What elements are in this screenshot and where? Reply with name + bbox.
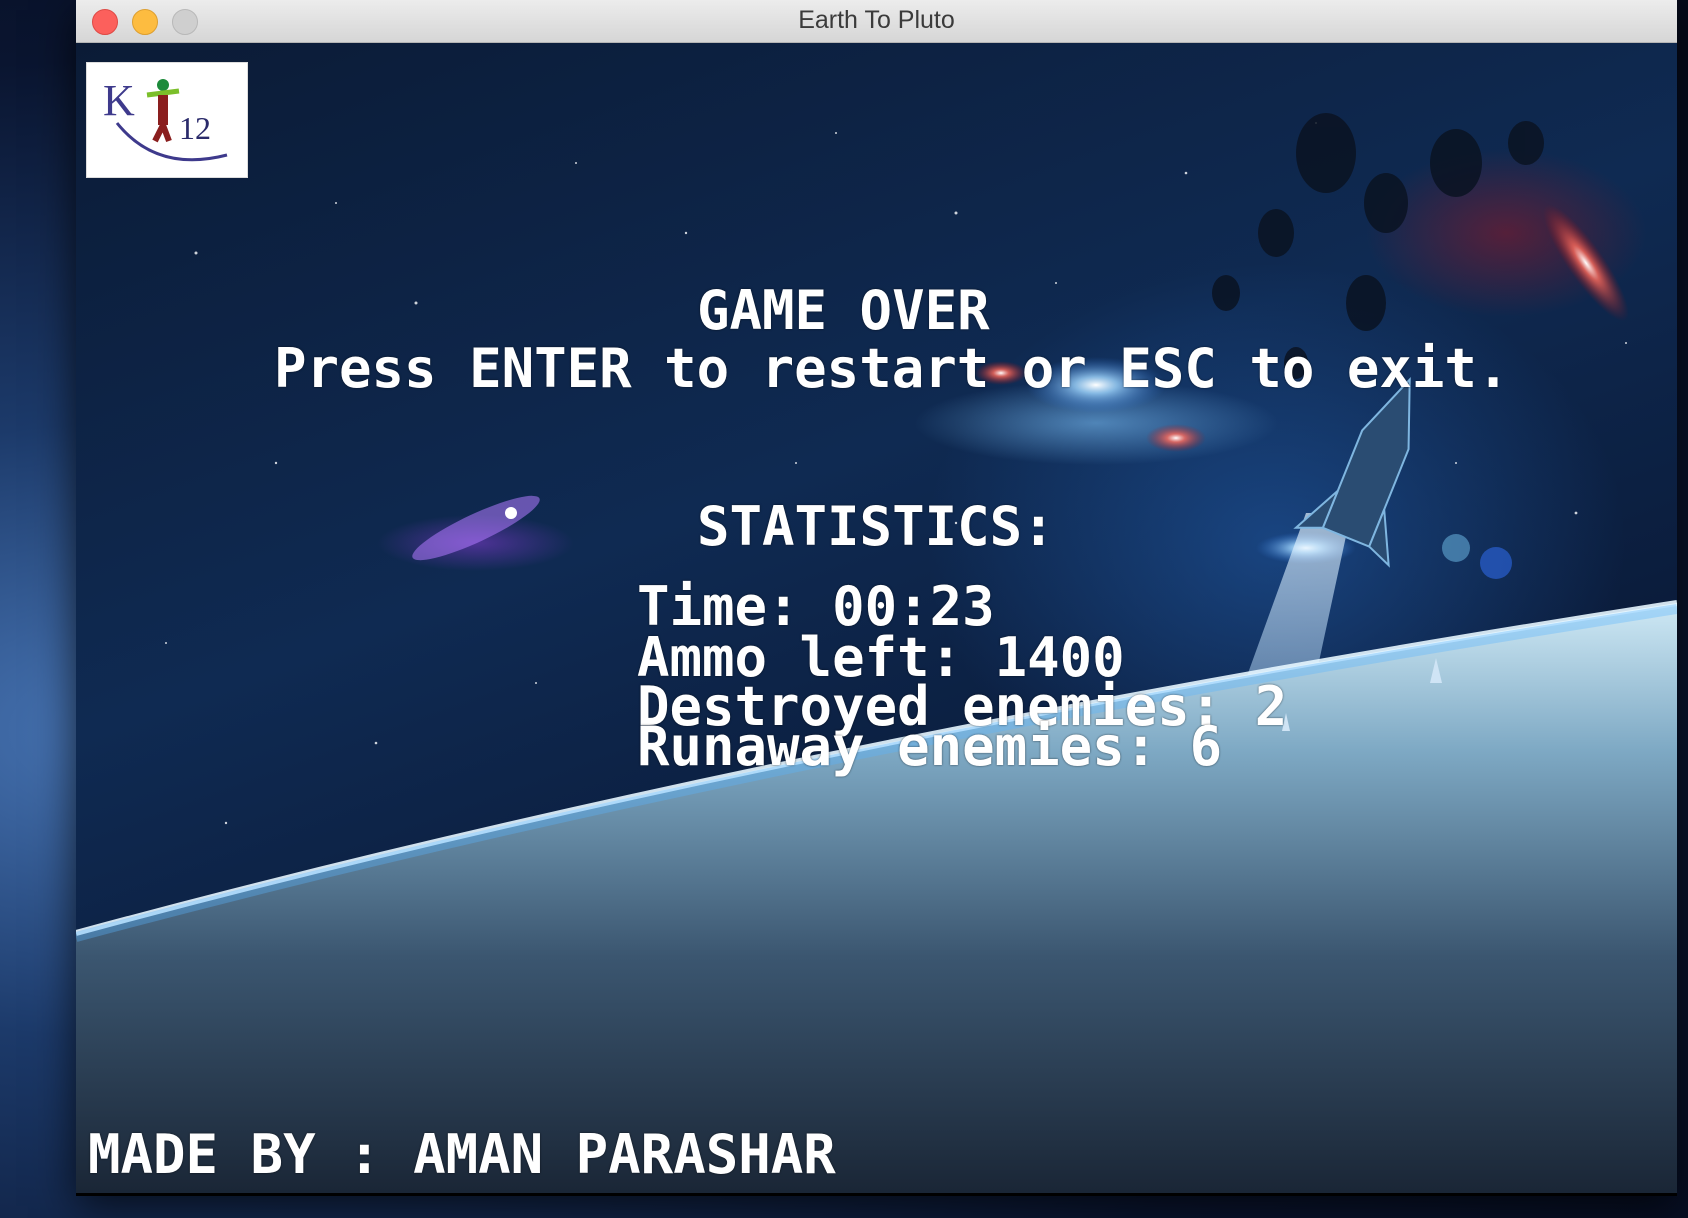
restart-instructions: Press ENTER to restart or ESC to exit. <box>274 337 1510 400</box>
logo-icon: K 12 <box>103 76 228 162</box>
statistics-heading: STATISTICS: <box>697 495 1055 558</box>
game-over-title: GAME OVER <box>697 279 990 342</box>
k12-logo: K 12 <box>86 62 248 178</box>
game-canvas[interactable]: K 12 GAME OVER Press ENTER to restart or… <box>76 43 1677 1193</box>
window-titlebar[interactable]: Earth To Pluto <box>76 0 1677 43</box>
game-window: Earth To Pluto K 12 GAME OVER Press ENTE… <box>76 0 1677 1196</box>
svg-text:K: K <box>103 76 135 125</box>
window-title: Earth To Pluto <box>798 6 955 34</box>
credit-text: MADE BY : AMAN PARASHAR <box>88 1123 836 1186</box>
svg-text:12: 12 <box>179 110 211 146</box>
stat-runaway: Runaway enemies: 6 <box>637 715 1223 778</box>
